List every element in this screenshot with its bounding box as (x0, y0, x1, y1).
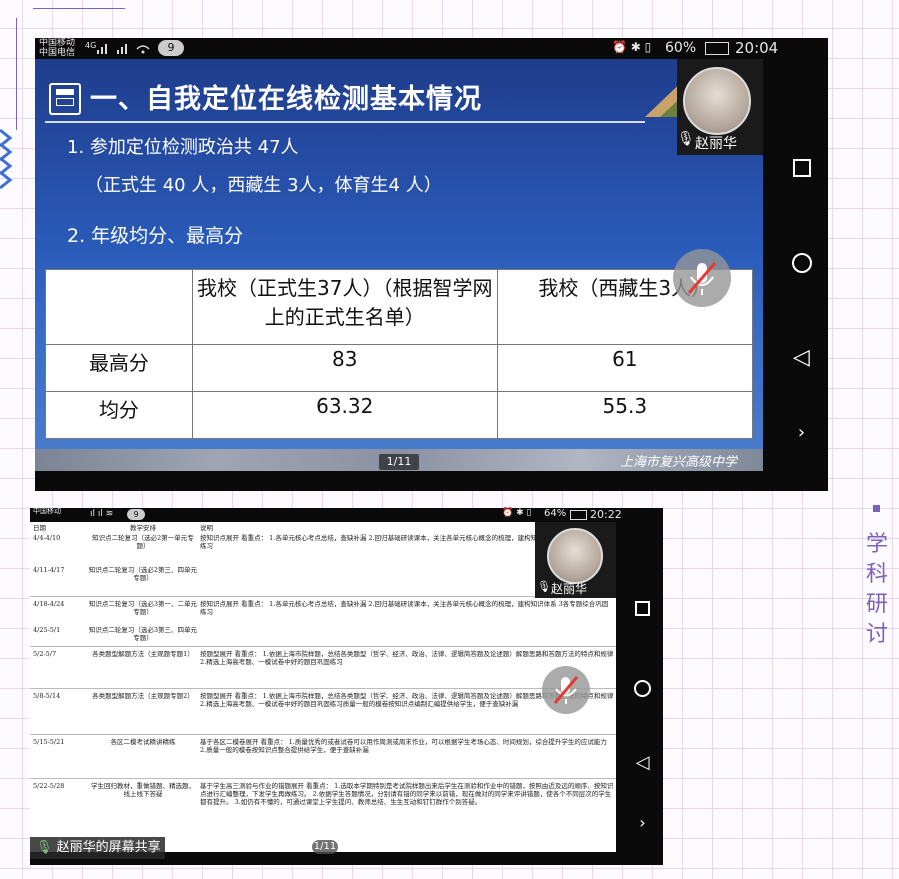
header-plan: 教学安排 (130, 524, 156, 532)
row-divider (30, 778, 616, 779)
bullet-dot (873, 505, 880, 512)
participant-video[interactable]: 🎙 赵丽华 (677, 59, 763, 155)
share-label-text: 赵丽华的屏幕共享 (56, 840, 161, 855)
notification-badge: 9 (158, 40, 184, 56)
recents-button[interactable] (622, 588, 663, 628)
battery-percent: 60% (665, 40, 697, 56)
battery-icon (705, 42, 729, 55)
row-plan: 知识点二轮复习（选必3第一、二单元专题） (88, 600, 198, 616)
title-underline (45, 121, 645, 123)
bottom-screenshot: 中国移动 ıl ıl ≋ 9 ⏰ ✱ ▯ 64% 20:22 日期 教学安排 说… (30, 508, 663, 865)
header-date: 日期 (33, 524, 46, 532)
next-icon[interactable]: › (775, 413, 828, 453)
avatar (683, 67, 751, 135)
participant-name: 赵丽华 (551, 582, 588, 596)
row-plan: 学生回归教材，重做错题、精选题，线上线下答疑 (91, 782, 195, 798)
next-icon[interactable]: › (622, 803, 663, 843)
row-date: 5/2-5/7 (33, 650, 57, 658)
status-bar: 中国移动 ıl ıl ≋ 9 ⏰ ✱ ▯ 64% 20:22 (30, 508, 663, 522)
recents-button[interactable] (775, 148, 828, 188)
row-divider (30, 734, 616, 735)
carrier-1: 中国移动 (39, 38, 76, 48)
slide-line-3: 2. 年级均分、最高分 (67, 225, 244, 247)
row-date: 4/11-4/17 (33, 566, 65, 574)
score-table: 我校（正式生37人）（根据智学网上的正式生名单） 我校（西藏生3人） 最高分 8… (45, 269, 754, 439)
row-divider (30, 688, 616, 689)
signal-icon: ıl ıl ≋ (90, 509, 114, 519)
row-plan: 知识点二轮复习（选必2第一单元专题） (92, 534, 194, 550)
home-button[interactable] (622, 668, 663, 708)
participant-video[interactable]: 🎙 赵丽华 (535, 522, 616, 598)
row-divider (30, 596, 616, 597)
mic-muted-icon[interactable] (542, 666, 590, 714)
row-date: 4/4-4/10 (33, 534, 61, 542)
back-button[interactable]: ◁ (775, 338, 828, 378)
table-cell: 83 (191, 344, 498, 392)
row-date: 5/15-5/21 (33, 738, 65, 746)
row-plan: 各类题型解题方法（主观题专题1） (92, 650, 194, 658)
row-notes: 基于各区二模卷展开 看重点： 1.质量优秀的或者试卷可以用作周测或周末作业，可以… (200, 738, 607, 754)
battery-percent: 64% (544, 508, 567, 519)
row-notes: 按知识点展开 看重点： 1.各单元核心考点总结，查缺补漏 2.回归基础研读课本，… (200, 600, 609, 616)
row-plan: 各类题型解题方法（主观题专题2） (92, 692, 194, 700)
decorative-line (33, 8, 125, 9)
school-logo-icon (49, 83, 81, 115)
slide-title: 一、自我定位在线检测基本情况 (90, 84, 482, 115)
carrier-1: 中国移动 (33, 507, 61, 515)
back-button[interactable]: ◁ (622, 743, 663, 783)
slide-line-1: 1. 参加定位检测政治共 47人 (67, 137, 299, 158)
clock: 20:04 (735, 39, 779, 57)
mic-muted-icon[interactable] (673, 249, 731, 307)
chevron-decoration-icon (0, 128, 13, 190)
table-cell: 最高分 (45, 344, 193, 392)
row-notes: 按题型展开 看重点： 1.依据上海市院样题，总结各类题型（哲学、经济、政治、法律… (200, 650, 614, 666)
mic-active-icon: 🎙 (537, 580, 551, 593)
table-cell: 均分 (45, 391, 193, 439)
row-plan: 知识点二轮复习（选必3第三、四单元专题） (88, 626, 198, 642)
table-header-row: 我校（正式生37人）（根据智学网上的正式生名单） 我校（西藏生3人） (45, 269, 754, 345)
notification-badge: 9 (127, 509, 145, 520)
nav-bar: ◁ › (775, 138, 828, 458)
row-plan: 知识点二轮复习（选必2第三、四单元专题） (88, 566, 198, 582)
table-row: 均分 63.32 55.3 (45, 391, 754, 439)
table-cell: 63.32 (191, 391, 498, 439)
nav-bar: ◁ › (622, 588, 663, 848)
decorative-vertical-line (16, 18, 17, 130)
row-plan: 各区二模考试精讲精练 (110, 738, 176, 746)
shared-document: 日期 教学安排 说明 4/4-4/10 知识点二轮复习（选必2第一单元专题） 按… (30, 522, 616, 852)
mic-active-icon: 🎙 (36, 840, 53, 855)
top-screenshot: 中国移动 中国电信 4G 9 ⏰ ✱ ▯ 60% 20:04 一、自我定位在线检… (35, 38, 828, 491)
slide-line-2: （正式生 40 人，西藏生 3人，体育生4 人） (85, 175, 442, 196)
carrier-2: 中国电信 (39, 48, 76, 58)
home-button[interactable] (775, 243, 828, 283)
alarm-bluetooth-icon: ⏰ ✱ ▯ (612, 40, 652, 54)
row-date: 5/22-5/28 (33, 782, 65, 790)
table-cell: 55.3 (496, 391, 754, 439)
row-notes: 基于学生高三测验与作业的错题展开 看重点： 1.选取本学期特别是考试院样题出来后… (200, 782, 614, 806)
table-row: 最高分 83 61 (45, 344, 754, 392)
shared-slide: 一、自我定位在线检测基本情况 1. 参加定位检测政治共 47人 （正式生 40 … (35, 59, 763, 471)
school-name: 上海市复兴高级中学 (620, 455, 738, 470)
side-label: 学科研讨 (865, 532, 888, 647)
participant-name: 赵丽华 (695, 136, 737, 152)
row-divider (30, 646, 616, 647)
network-type: 4G (85, 41, 97, 50)
row-date: 5/8-5/14 (33, 692, 61, 700)
alarm-bluetooth-icon: ⏰ ✱ ▯ (502, 508, 532, 518)
table-header-cell (45, 269, 193, 345)
signal-icon (97, 44, 150, 54)
avatar (547, 528, 603, 584)
screen-share-label: 🎙 赵丽华的屏幕共享 (30, 837, 165, 859)
table-cell: 61 (496, 344, 754, 392)
mic-active-icon: 🎙 (677, 131, 695, 147)
status-bar: 中国移动 中国电信 4G 9 ⏰ ✱ ▯ 60% 20:04 (35, 38, 828, 59)
page-indicator: 1/11 (312, 840, 338, 854)
table-header-cell: 我校（正式生37人）（根据智学网上的正式生名单） (191, 269, 498, 345)
row-date: 4/25-5/1 (33, 626, 61, 634)
page-indicator: 1/11 (379, 454, 419, 470)
battery-icon (570, 510, 587, 520)
clock: 20:22 (590, 508, 622, 521)
row-date: 4/18-4/24 (33, 600, 65, 608)
